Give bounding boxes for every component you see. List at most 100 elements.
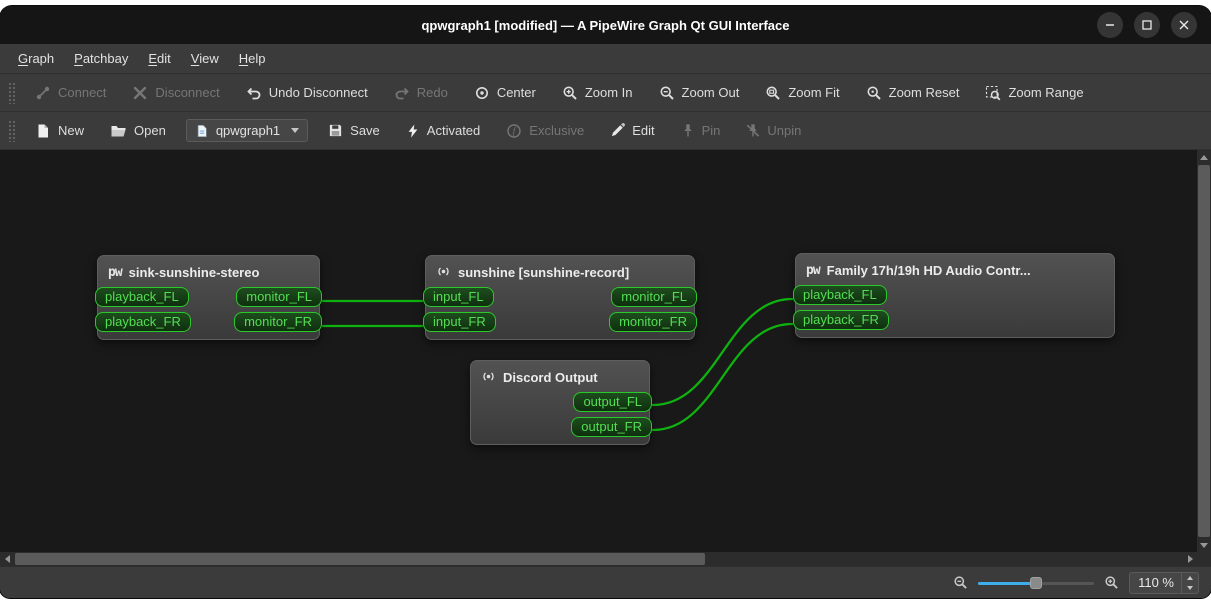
open-folder-icon bbox=[110, 123, 127, 139]
center-button[interactable]: Center bbox=[468, 81, 542, 105]
horizontal-scroll-thumb[interactable] bbox=[15, 553, 705, 565]
new-button[interactable]: New bbox=[29, 119, 90, 143]
port-output-fl[interactable]: output_FL bbox=[573, 391, 652, 412]
port-monitor-fr[interactable]: monitor_FR bbox=[234, 311, 322, 332]
statusbar: 110 % bbox=[0, 566, 1211, 598]
graph-canvas[interactable]: pw sink-sunshine-stereo playback_FL moni… bbox=[0, 150, 1197, 552]
connect-button[interactable]: Connect bbox=[29, 81, 112, 105]
port-playback-fr[interactable]: playback_FR bbox=[95, 311, 191, 332]
menubar: Graph Patchbay Edit View Help bbox=[0, 44, 1211, 74]
scroll-up-arrow[interactable] bbox=[1197, 150, 1211, 164]
zoom-reset-label: Zoom Reset bbox=[888, 85, 960, 100]
undo-icon bbox=[246, 85, 262, 101]
minimize-icon bbox=[1106, 24, 1114, 26]
port-monitor-fr[interactable]: monitor_FR bbox=[609, 311, 697, 332]
node-discord-output[interactable]: Discord Output output_FL output_FR bbox=[470, 360, 652, 445]
port-playback-fl[interactable]: playback_FL bbox=[95, 286, 189, 307]
edit-button[interactable]: Edit bbox=[604, 119, 660, 142]
port-output-fr[interactable]: output_FR bbox=[571, 416, 652, 437]
pin-button[interactable]: Pin bbox=[675, 119, 727, 142]
minimize-button[interactable] bbox=[1097, 12, 1123, 38]
unpin-button[interactable]: Unpin bbox=[740, 119, 807, 142]
scroll-right-arrow[interactable] bbox=[1183, 552, 1197, 566]
spin-up-button[interactable] bbox=[1182, 573, 1198, 583]
zoom-slider-handle[interactable] bbox=[1030, 576, 1043, 589]
open-button[interactable]: Open bbox=[104, 119, 172, 143]
node-title: sink-sunshine-stereo bbox=[128, 265, 260, 280]
undo-disconnect-button[interactable]: Undo Disconnect bbox=[240, 81, 374, 105]
pin-icon bbox=[681, 123, 695, 138]
port-input-fr[interactable]: input_FR bbox=[423, 311, 496, 332]
node-title: sunshine [sunshine-record] bbox=[458, 265, 630, 280]
spin-down-button[interactable] bbox=[1182, 583, 1198, 593]
zoom-reset-icon bbox=[866, 85, 882, 101]
pin-label: Pin bbox=[701, 123, 721, 138]
zoom-in-button[interactable]: Zoom In bbox=[556, 81, 639, 105]
node-header: Discord Output bbox=[471, 361, 649, 389]
node-title: Family 17h/19h HD Audio Contr... bbox=[826, 263, 1031, 278]
menu-edit[interactable]: Edit bbox=[138, 44, 180, 73]
save-button[interactable]: Save bbox=[322, 119, 386, 142]
patchbay-selector[interactable]: qpwgraph1 bbox=[185, 119, 309, 142]
zoom-value: 110 % bbox=[1138, 575, 1174, 590]
zoom-spinbox[interactable]: 110 % bbox=[1129, 571, 1199, 594]
exclusive-button[interactable]: f Exclusive bbox=[500, 119, 590, 143]
toolbar-drag-handle[interactable] bbox=[8, 81, 15, 104]
redo-button[interactable]: Redo bbox=[388, 81, 454, 105]
exclusive-icon: f bbox=[506, 123, 522, 139]
toolbar-drag-handle[interactable] bbox=[8, 119, 15, 142]
zoom-out-icon bbox=[659, 85, 675, 101]
node-family-hd-audio-controller[interactable]: pw Family 17h/19h HD Audio Contr... play… bbox=[793, 253, 1115, 338]
activated-button[interactable]: Activated bbox=[400, 119, 486, 143]
zoom-reset-button[interactable]: Zoom Reset bbox=[860, 81, 966, 105]
scroll-down-arrow[interactable] bbox=[1197, 538, 1211, 552]
zoom-in-mini-button[interactable] bbox=[1104, 575, 1119, 590]
save-icon bbox=[328, 123, 343, 138]
menu-graph-label: Graph bbox=[18, 51, 55, 66]
close-button[interactable] bbox=[1171, 12, 1197, 38]
record-icon bbox=[436, 264, 451, 282]
port-monitor-fl[interactable]: monitor_FL bbox=[236, 286, 322, 307]
zoom-slider-fill bbox=[978, 581, 1035, 585]
node-header: pw sink-sunshine-stereo bbox=[98, 256, 319, 284]
node-header: pw Family 17h/19h HD Audio Contr... bbox=[796, 254, 1114, 282]
zoom-out-mini-button[interactable] bbox=[953, 575, 968, 590]
save-label: Save bbox=[350, 123, 380, 138]
port-row: output_FL bbox=[471, 389, 652, 414]
vertical-scrollbar[interactable] bbox=[1197, 150, 1211, 552]
new-label: New bbox=[58, 123, 85, 138]
port-playback-fl[interactable]: playback_FL bbox=[793, 284, 887, 305]
node-sunshine-record[interactable]: sunshine [sunshine-record] input_FL moni… bbox=[423, 255, 697, 340]
svg-text:f: f bbox=[513, 126, 517, 137]
record-icon bbox=[481, 369, 496, 387]
pipewire-icon: pw bbox=[806, 263, 821, 278]
port-playback-fr[interactable]: playback_FR bbox=[793, 309, 889, 330]
disconnect-button[interactable]: Disconnect bbox=[126, 81, 225, 105]
horizontal-scrollbar[interactable] bbox=[0, 552, 1197, 566]
scroll-left-arrow[interactable] bbox=[0, 552, 14, 566]
menu-help[interactable]: Help bbox=[229, 44, 276, 73]
app-window: qpwgraph1 [modified] — A PipeWire Graph … bbox=[0, 6, 1211, 598]
unpin-icon bbox=[746, 123, 760, 138]
menu-graph[interactable]: Graph bbox=[8, 44, 64, 73]
node-title: Discord Output bbox=[503, 370, 598, 385]
canvas-area: pw sink-sunshine-stereo playback_FL moni… bbox=[0, 150, 1211, 566]
maximize-button[interactable] bbox=[1134, 12, 1160, 38]
zoom-range-label: Zoom Range bbox=[1008, 85, 1084, 100]
zoom-out-button[interactable]: Zoom Out bbox=[653, 81, 746, 105]
center-label: Center bbox=[496, 85, 536, 100]
zoom-slider[interactable] bbox=[978, 575, 1095, 591]
titlebar[interactable]: qpwgraph1 [modified] — A PipeWire Graph … bbox=[0, 6, 1211, 44]
zoom-out-label: Zoom Out bbox=[681, 85, 740, 100]
menu-view[interactable]: View bbox=[181, 44, 229, 73]
port-input-fl[interactable]: input_FL bbox=[423, 286, 494, 307]
connect-label: Connect bbox=[58, 85, 107, 100]
window-controls bbox=[1097, 12, 1197, 38]
zoom-range-button[interactable]: Zoom Range bbox=[979, 81, 1089, 105]
node-sink-sunshine-stereo[interactable]: pw sink-sunshine-stereo playback_FL moni… bbox=[95, 255, 322, 340]
zoom-fit-button[interactable]: Zoom Fit bbox=[759, 81, 845, 105]
port-monitor-fl[interactable]: monitor_FL bbox=[611, 286, 697, 307]
menu-patchbay[interactable]: Patchbay bbox=[64, 44, 138, 73]
disconnect-icon bbox=[132, 85, 148, 101]
vertical-scroll-thumb[interactable] bbox=[1198, 165, 1210, 537]
